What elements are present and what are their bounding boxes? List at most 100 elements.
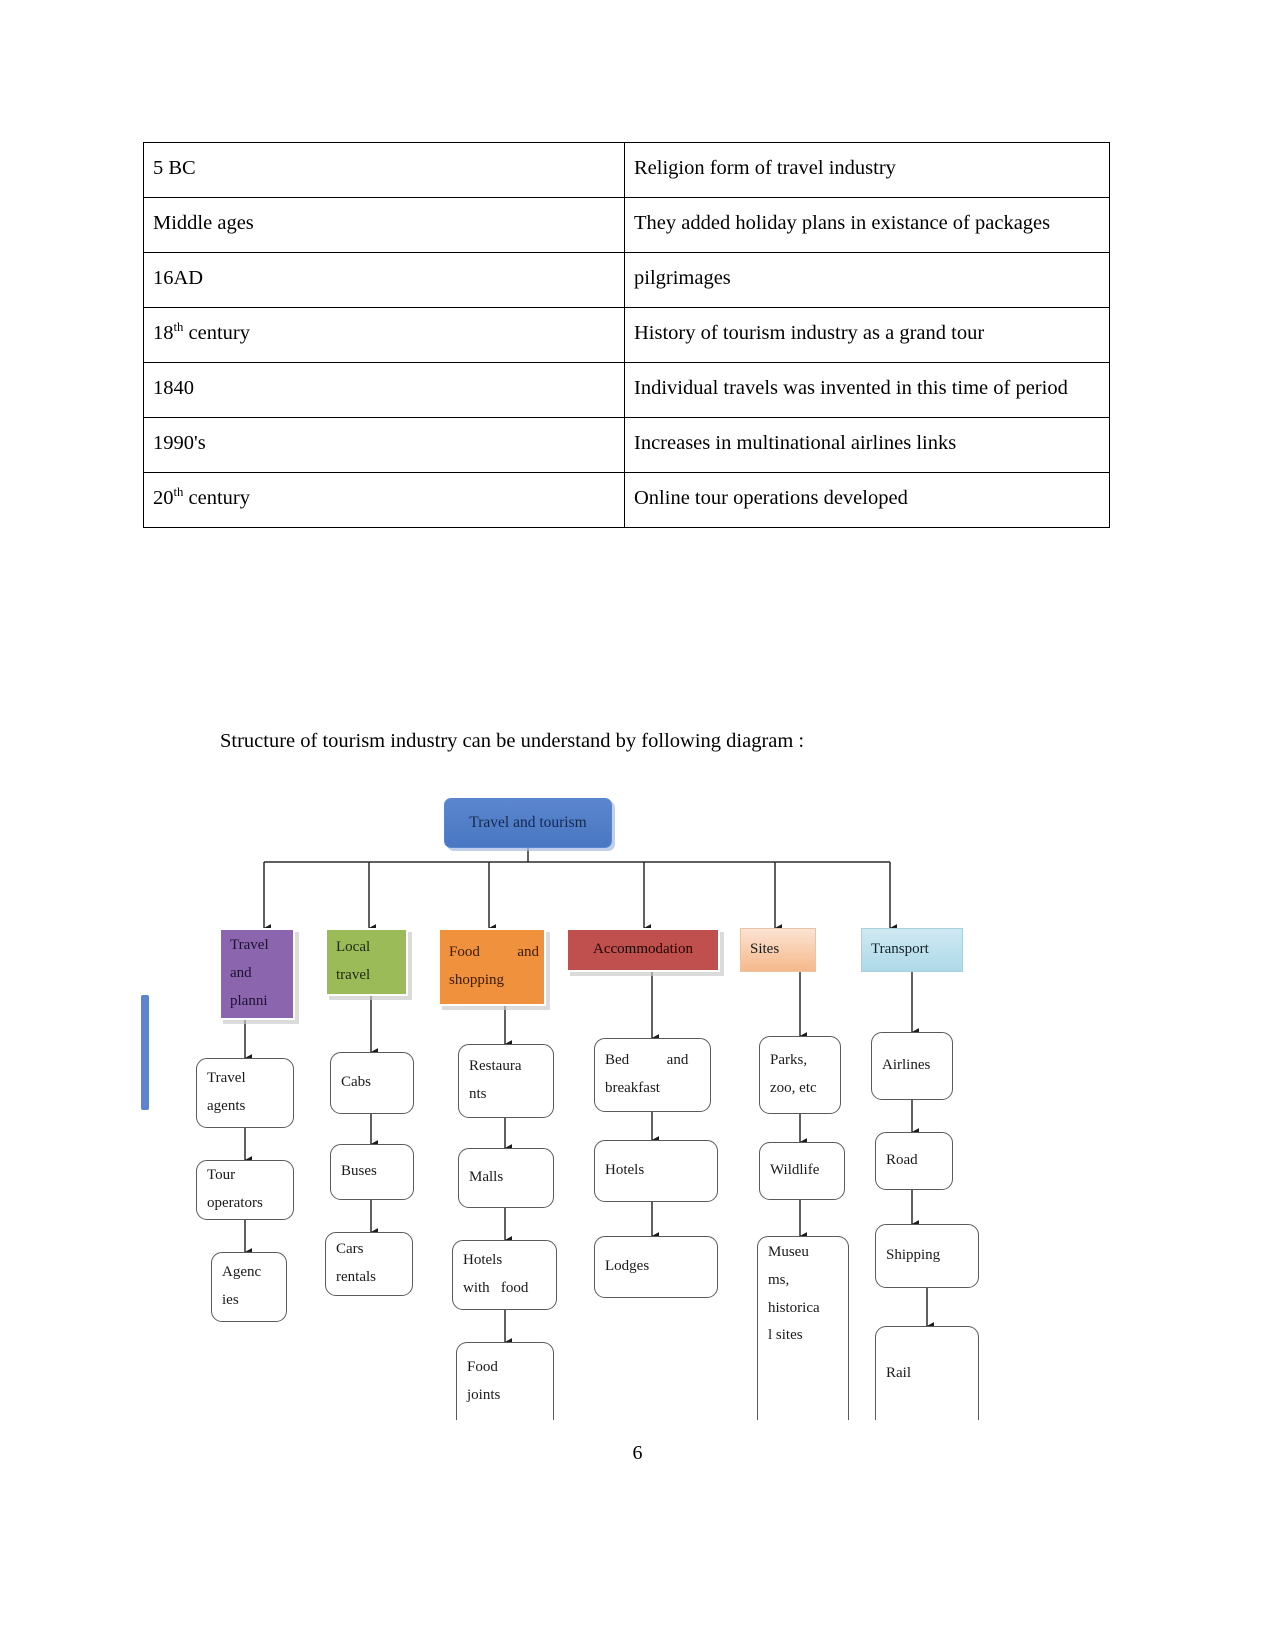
- node-label-line-1: Tour: [207, 1167, 236, 1184]
- node-label-line-2: joints: [467, 1386, 501, 1403]
- node-label-line-3: planni: [230, 992, 268, 1009]
- table-row: 1990's Increases in multinational airlin…: [143, 416, 1110, 473]
- event-text: History of tourism industry as a grand t…: [634, 321, 985, 344]
- node-bed-and-breakfast[interactable]: Bed and breakfast: [594, 1038, 711, 1112]
- node-label-line-1: Travel: [230, 937, 269, 954]
- node-label-line-1: Accommodation: [593, 941, 693, 958]
- table-cell-event: They added holiday plans in existance of…: [624, 196, 1110, 253]
- table-cell-event: Individual travels was invented in this …: [624, 361, 1110, 418]
- table-cell-period: 18th century: [143, 306, 625, 363]
- page-number: 6: [632, 1442, 643, 1464]
- node-sites[interactable]: Sites: [740, 928, 816, 972]
- period-text-tail: century: [183, 486, 250, 509]
- table-cell-period: 1840: [143, 361, 625, 418]
- node-label-line-2: ms,: [768, 1271, 790, 1288]
- node-hotels-with-food[interactable]: Hotels with food: [452, 1240, 557, 1310]
- period-text: Middle ages: [153, 211, 254, 234]
- node-restaurants[interactable]: Restaura nts: [458, 1044, 554, 1118]
- event-text: Individual travels was invented in this …: [634, 376, 1068, 399]
- table-cell-period: Middle ages: [143, 196, 625, 253]
- node-buses[interactable]: Buses: [330, 1144, 414, 1200]
- node-agencies[interactable]: Agenc ies: [211, 1252, 287, 1322]
- node-label-line-2: breakfast: [605, 1080, 660, 1096]
- node-malls[interactable]: Malls: [458, 1148, 554, 1208]
- table-cell-event: pilgrimages: [624, 251, 1110, 308]
- period-text: 1990's: [153, 431, 206, 454]
- period-text-tail: century: [183, 321, 250, 344]
- node-label-line-1: Lodges: [605, 1258, 650, 1275]
- node-cabs[interactable]: Cabs: [330, 1052, 414, 1114]
- event-text: Religion form of travel industry: [634, 157, 896, 179]
- node-label-line-4: l sites: [768, 1327, 803, 1344]
- period-text: 5 BC: [153, 157, 196, 179]
- table-cell-period: 1990's: [143, 416, 625, 473]
- node-label-line-1: Travel: [207, 1070, 246, 1087]
- node-label-line-1: Airlines: [882, 1057, 931, 1074]
- node-rail[interactable]: Rail: [875, 1326, 979, 1420]
- node-label-line-1: Shipping: [886, 1247, 941, 1264]
- node-travel-and-tourism[interactable]: Travel and tourism: [444, 798, 612, 848]
- node-label-line-2: nts: [469, 1086, 487, 1102]
- node-label-line-2: rentals: [336, 1269, 376, 1285]
- node-label-line-3: historica: [768, 1299, 820, 1316]
- node-label-line-1: Cars: [336, 1241, 364, 1258]
- table-cell-period: 5 BC: [143, 142, 625, 198]
- node-label-line-2: ies: [222, 1292, 239, 1308]
- table-row: 5 BC Religion form of travel industry: [143, 142, 1110, 198]
- node-label-line-1: Museu: [768, 1244, 809, 1260]
- table-cell-period: 20th century: [143, 471, 625, 528]
- node-cars-rentals[interactable]: Cars rentals: [325, 1232, 413, 1296]
- period-text: 1840: [153, 376, 194, 399]
- history-table-container: 5 BC Religion form of travel industry Mi…: [143, 142, 1110, 528]
- node-museums-historical-sites[interactable]: Museu ms, historica l sites: [757, 1236, 849, 1420]
- period-text: 18: [153, 321, 174, 344]
- tourism-structure-diagram: Travel and tourism Travel and planni Loc…: [0, 780, 1275, 1420]
- node-shipping[interactable]: Shipping: [875, 1224, 979, 1288]
- node-parks-zoo[interactable]: Parks, zoo, etc: [759, 1036, 841, 1114]
- node-travel-and-planning[interactable]: Travel and planni: [219, 928, 295, 1020]
- table-cell-event: Increases in multinational airlines link…: [624, 416, 1110, 473]
- period-ordinal-suffix: th: [173, 484, 184, 499]
- table-cell-event: Religion form of travel industry: [624, 142, 1110, 198]
- event-text: Increases in multinational airlines link…: [634, 431, 957, 454]
- period-text: 16AD: [153, 266, 204, 289]
- period-text: 20: [153, 486, 174, 509]
- diagram-caption: Structure of tourism industry can be und…: [220, 730, 805, 752]
- node-label-line-1: Bed and: [605, 1052, 689, 1069]
- node-label-line-2: and: [230, 965, 252, 982]
- node-label-line-2: agents: [207, 1098, 246, 1114]
- table-row: 18th century History of tourism industry…: [143, 306, 1110, 363]
- node-label-line-1: Wildlife: [770, 1162, 820, 1179]
- node-label-line-1: Rail: [886, 1364, 911, 1381]
- event-text: They added holiday plans in existance of…: [634, 211, 1051, 234]
- node-travel-agents[interactable]: Travel agents: [196, 1058, 294, 1128]
- node-label-line-2: zoo, etc: [770, 1080, 817, 1096]
- node-food-and-shopping[interactable]: Food and shopping: [438, 928, 546, 1006]
- node-local-travel[interactable]: Local travel: [325, 928, 408, 996]
- node-hotels[interactable]: Hotels: [594, 1140, 718, 1202]
- node-road[interactable]: Road: [875, 1132, 953, 1190]
- table-row: Middle ages They added holiday plans in …: [143, 196, 1110, 253]
- event-text: Online tour operations developed: [634, 486, 908, 509]
- node-transport[interactable]: Transport: [861, 928, 963, 972]
- node-label: Travel and tourism: [469, 813, 587, 831]
- node-label-line-1: Restaura: [469, 1058, 522, 1075]
- node-tour-operators[interactable]: Tour operators: [196, 1160, 294, 1220]
- table-row: 20th century Online tour operations deve…: [143, 471, 1110, 528]
- node-label-line-1: Road: [886, 1152, 918, 1169]
- node-label-line-1: Parks,: [770, 1052, 808, 1069]
- period-ordinal-suffix: th: [173, 320, 184, 335]
- node-label-line-1: Agenc: [222, 1264, 262, 1281]
- table-cell-event: History of tourism industry as a grand t…: [624, 306, 1110, 363]
- node-accommodation[interactable]: Accommodation: [566, 928, 720, 972]
- node-label-line-1: Food: [467, 1358, 498, 1375]
- node-lodges[interactable]: Lodges: [594, 1236, 718, 1298]
- node-food-joints[interactable]: Food joints: [456, 1342, 554, 1420]
- node-label-line-1: Hotels: [463, 1252, 503, 1269]
- node-label-line-2: with food: [463, 1280, 529, 1296]
- node-wildlife[interactable]: Wildlife: [759, 1142, 845, 1200]
- node-airlines[interactable]: Airlines: [871, 1032, 953, 1100]
- node-label-line-1: Food and: [449, 944, 539, 961]
- node-label-line-1: Malls: [469, 1169, 504, 1186]
- node-label-line-2: travel: [336, 967, 371, 983]
